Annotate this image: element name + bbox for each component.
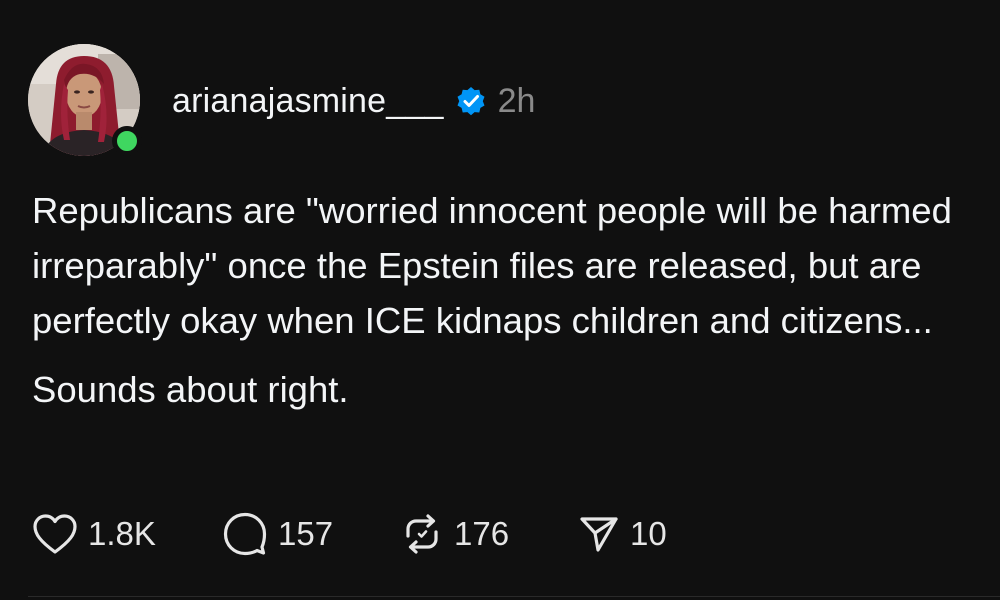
post-text-paragraph: Republicans are "worried innocent people… xyxy=(32,190,952,341)
heart-icon xyxy=(32,513,78,555)
action-bar: 1.8K 157 176 10 xyxy=(32,508,698,560)
repost-button[interactable]: 176 xyxy=(400,512,578,556)
verified-badge-icon xyxy=(454,84,488,118)
avatar[interactable] xyxy=(28,44,142,156)
share-button[interactable]: 10 xyxy=(578,513,698,555)
like-count: 1.8K xyxy=(88,515,156,552)
post-text-paragraph: Sounds about right. xyxy=(32,369,349,410)
post-card: arianajasmine___ 2h Republicans are "wor… xyxy=(0,0,1000,600)
repost-count: 176 xyxy=(454,515,510,552)
reply-button[interactable]: 157 xyxy=(222,511,400,557)
like-button[interactable]: 1.8K xyxy=(32,513,222,555)
speech-bubble-icon xyxy=(222,511,268,557)
post-body: Republicans are "worried innocent people… xyxy=(32,183,962,417)
divider xyxy=(28,596,1000,597)
paper-plane-icon xyxy=(578,513,620,555)
online-status-indicator xyxy=(112,126,142,156)
username[interactable]: arianajasmine___ xyxy=(172,82,444,121)
share-count: 10 xyxy=(630,515,667,552)
post-header: arianajasmine___ 2h xyxy=(172,76,535,126)
repost-icon xyxy=(400,512,444,556)
post-timestamp[interactable]: 2h xyxy=(498,82,536,121)
reply-count: 157 xyxy=(278,515,334,552)
